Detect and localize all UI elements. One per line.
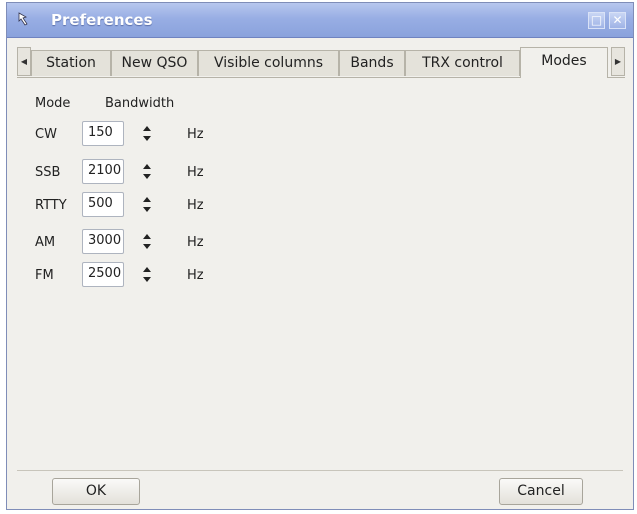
close-icon[interactable]: ✕ xyxy=(609,12,626,29)
tab-visible-columns[interactable]: Visible columns xyxy=(198,50,339,76)
bandwidth-rtty-spinner-icon[interactable] xyxy=(141,194,153,216)
bandwidth-fm-input[interactable]: 2500 xyxy=(82,262,124,287)
unit-label-ssb: Hz xyxy=(187,165,204,180)
tab-bar: ◀ Station New QSO Visible columns Bands … xyxy=(17,47,625,78)
mode-label-fm: FM xyxy=(35,268,54,283)
cancel-button[interactable]: Cancel xyxy=(499,478,583,505)
bandwidth-am-spinner-icon[interactable] xyxy=(141,231,153,253)
tab-bands[interactable]: Bands xyxy=(339,50,405,76)
tab-station[interactable]: Station xyxy=(31,50,111,76)
mode-column-header: Mode xyxy=(35,96,71,111)
tab-scroll-left-icon[interactable]: ◀ xyxy=(17,47,31,76)
tab-trx-control[interactable]: TRX control xyxy=(405,50,520,76)
bandwidth-ssb-input[interactable]: 2100 xyxy=(82,159,124,184)
maximize-icon[interactable]: □ xyxy=(588,12,605,29)
window-title: Preferences xyxy=(51,11,153,29)
app-icon xyxy=(18,12,28,26)
unit-label-fm: Hz xyxy=(187,268,204,283)
unit-label-rtty: Hz xyxy=(187,198,204,213)
bandwidth-cw-spinner-icon[interactable] xyxy=(141,123,153,145)
mode-label-rtty: RTTY xyxy=(35,198,67,213)
bandwidth-column-header: Bandwidth xyxy=(105,96,175,111)
tab-new-qso[interactable]: New QSO xyxy=(111,50,198,76)
unit-label-am: Hz xyxy=(187,235,204,250)
mode-label-ssb: SSB xyxy=(35,165,61,180)
button-row-separator xyxy=(17,470,623,471)
bandwidth-ssb-spinner-icon[interactable] xyxy=(141,161,153,183)
tab-scroll-right-icon[interactable]: ▶ xyxy=(611,47,625,76)
bandwidth-am-input[interactable]: 3000 xyxy=(82,229,124,254)
ok-button[interactable]: OK xyxy=(52,478,140,505)
mode-label-cw: CW xyxy=(35,127,57,142)
tab-modes[interactable]: Modes xyxy=(520,47,608,78)
title-bar[interactable]: Preferences □ ✕ xyxy=(7,3,633,38)
unit-label-cw: Hz xyxy=(187,127,204,142)
bandwidth-fm-spinner-icon[interactable] xyxy=(141,264,153,286)
mode-label-am: AM xyxy=(35,235,56,250)
bandwidth-rtty-input[interactable]: 500 xyxy=(82,192,124,217)
preferences-window: Preferences □ ✕ ◀ Station New QSO Visibl… xyxy=(6,2,634,510)
bandwidth-cw-input[interactable]: 150 xyxy=(82,121,124,146)
